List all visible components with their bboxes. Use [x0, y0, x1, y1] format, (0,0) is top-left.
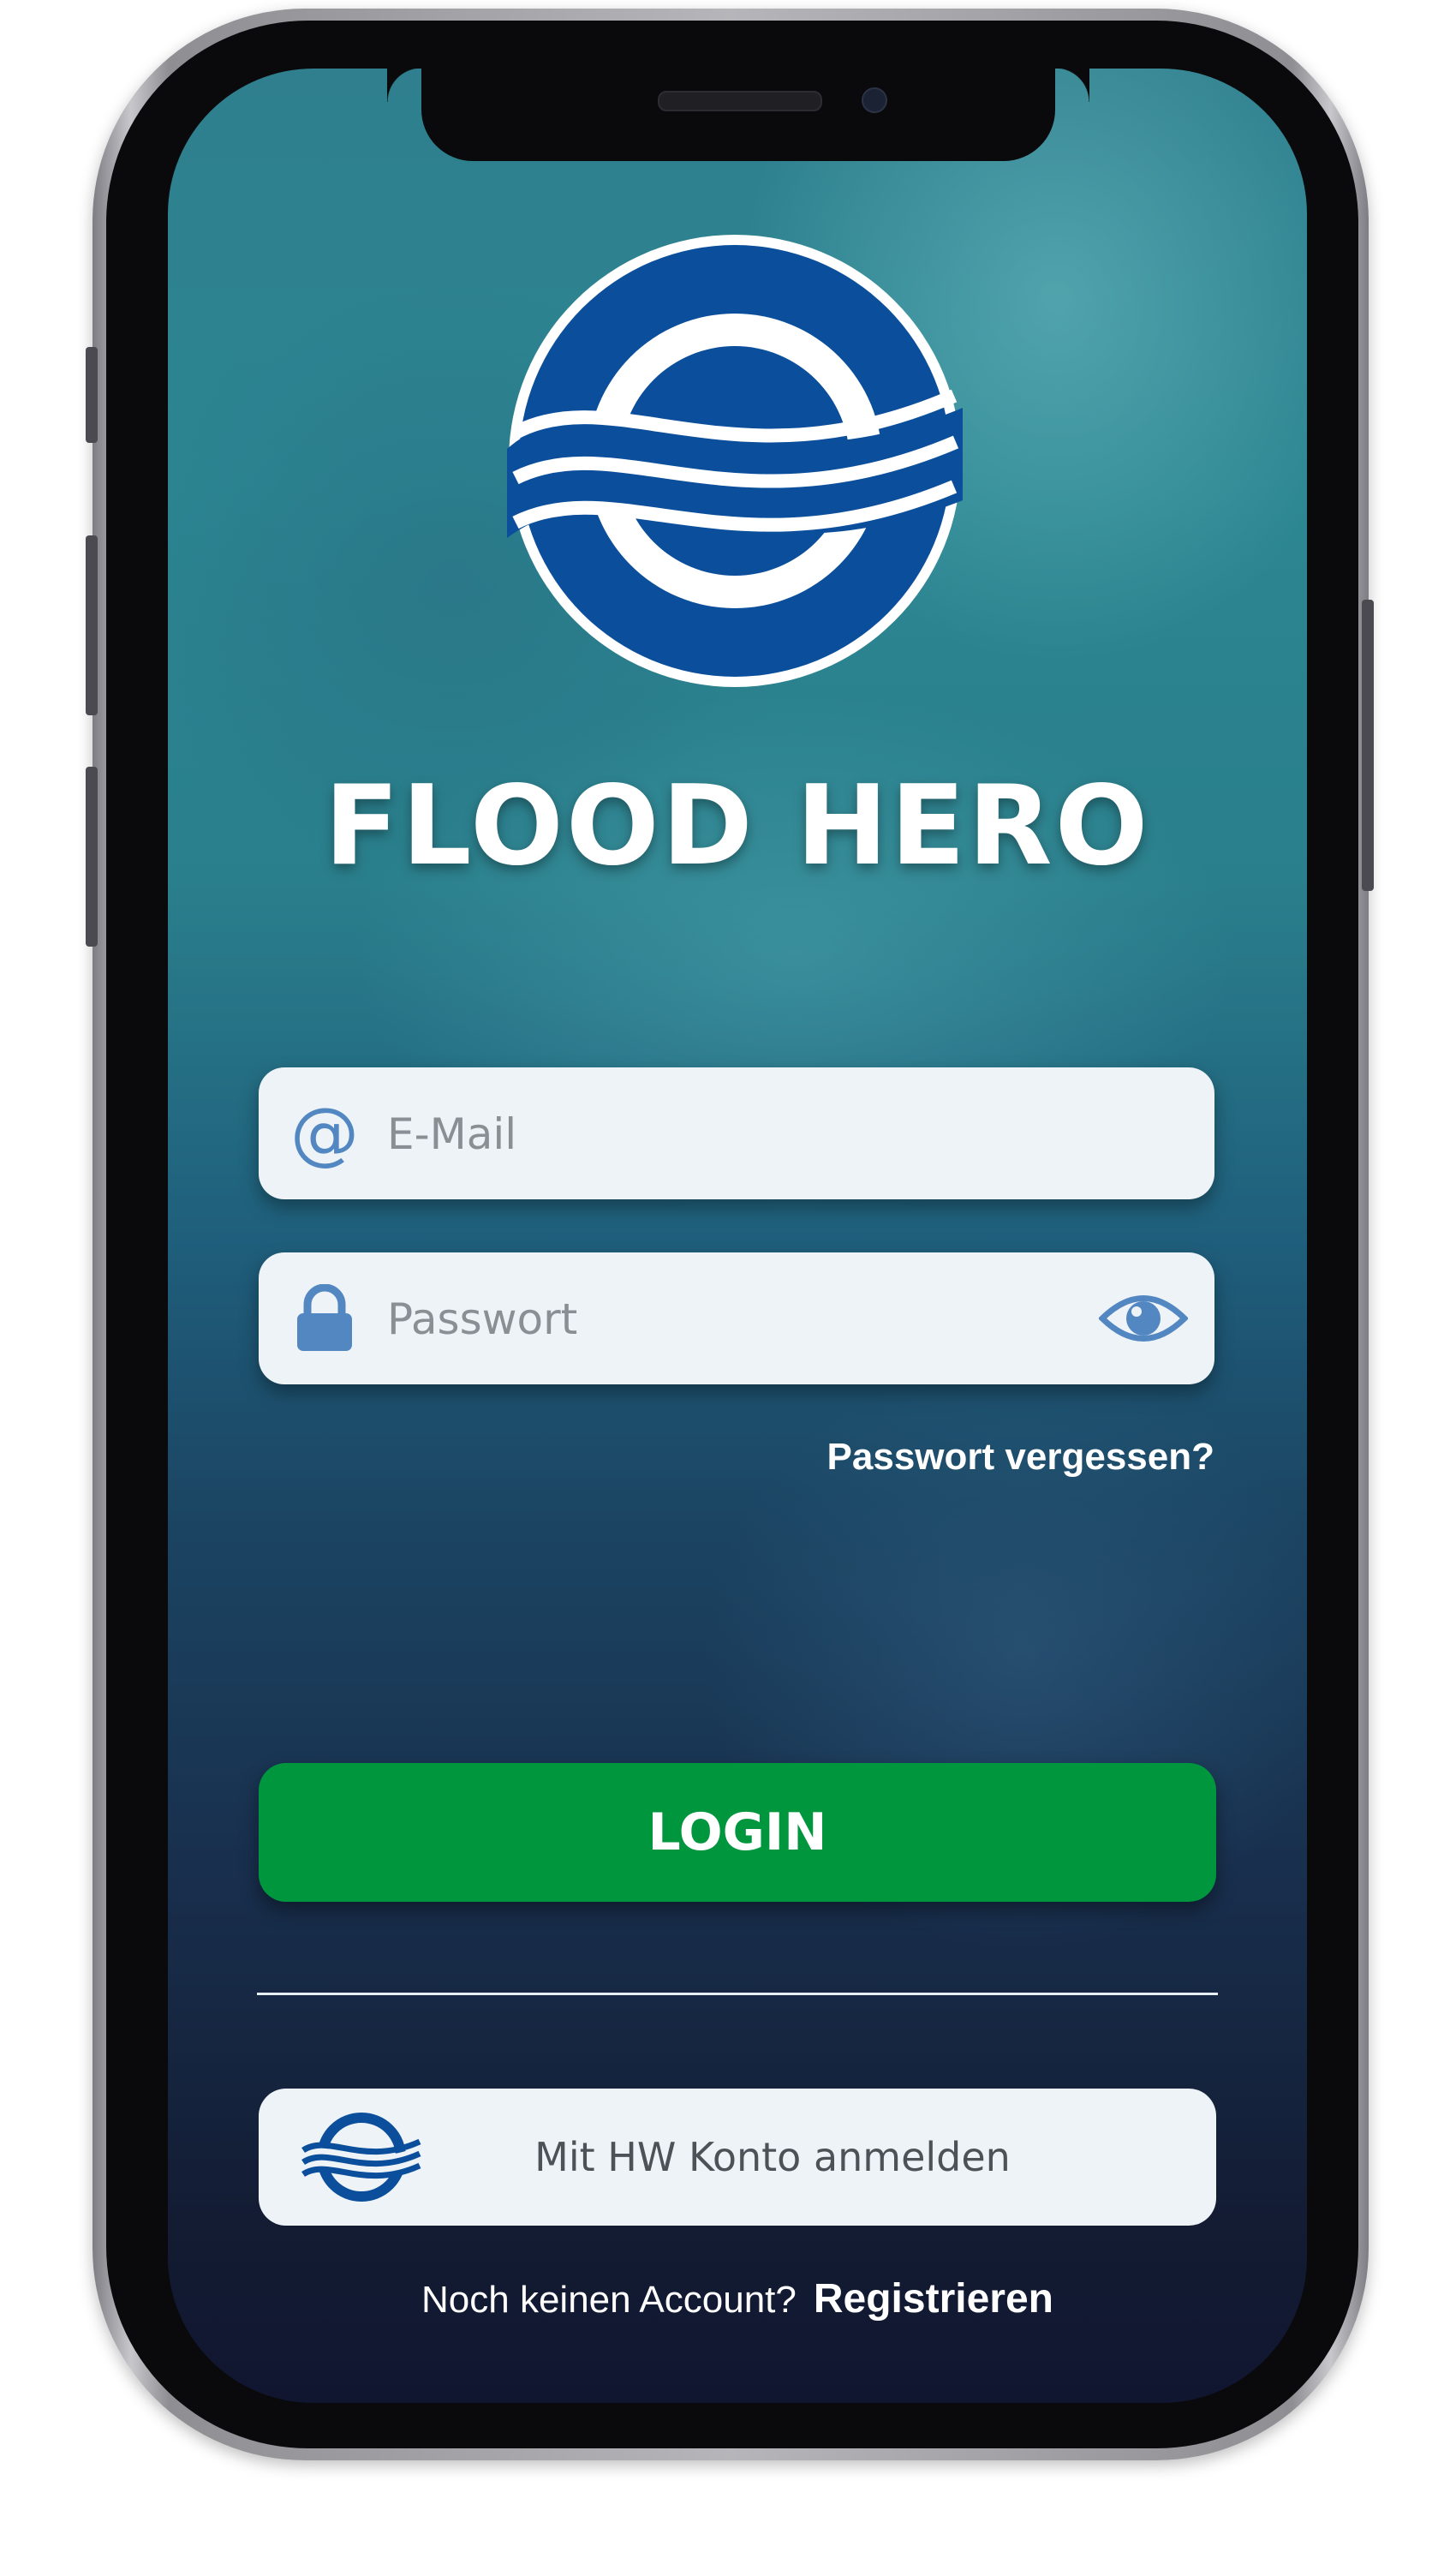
hw-login-label: Mit HW Konto anmelden: [534, 2134, 1011, 2180]
divider: [257, 1993, 1218, 1995]
flood-hero-logo-icon: [507, 235, 963, 687]
hw-login-button[interactable]: Mit HW Konto anmelden: [259, 2089, 1216, 2226]
lock-icon: [289, 1283, 360, 1354]
forgot-password-link[interactable]: Passwort vergessen?: [771, 1436, 1214, 1479]
password-input[interactable]: [385, 1252, 1091, 1386]
register-prompt: Noch keinen Account?: [421, 2279, 797, 2321]
silent-switch: [86, 347, 98, 443]
hw-logo-icon: [301, 2113, 421, 2202]
email-field[interactable]: @: [259, 1067, 1214, 1201]
front-camera: [862, 87, 887, 113]
at-icon: @: [290, 1093, 359, 1173]
email-input[interactable]: [385, 1067, 1091, 1201]
speaker-grille: [658, 91, 822, 111]
power-button: [1362, 600, 1374, 891]
notch: [421, 68, 1089, 161]
login-button[interactable]: LOGIN: [259, 1763, 1216, 1902]
eye-icon[interactable]: [1098, 1282, 1189, 1354]
app-title: FLOOD HERO: [324, 762, 1151, 890]
register-link[interactable]: Registrieren: [814, 2275, 1053, 2322]
password-field[interactable]: [259, 1252, 1214, 1386]
volume-up-button: [86, 535, 98, 715]
register-row: Noch keinen Account? Registrieren: [168, 2275, 1307, 2322]
volume-down-button: [86, 767, 98, 947]
